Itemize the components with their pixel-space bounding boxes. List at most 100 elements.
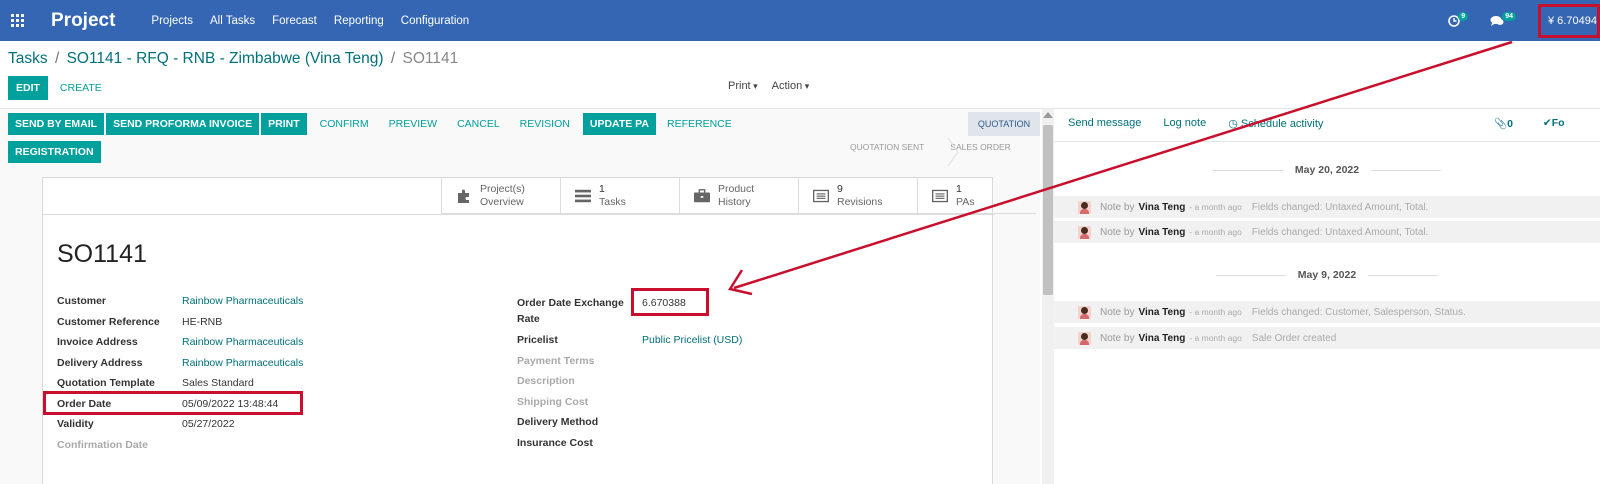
field-label: Customer [57,295,107,307]
log-note-button[interactable]: Log note [1163,117,1206,130]
reference-button[interactable]: REFERENCE [660,113,739,135]
follow-button[interactable]: ✔Fo [1543,117,1565,130]
tasks-list-icon [575,189,591,203]
projects-overview-button[interactable]: Project(s) Overview [441,178,560,214]
delivery-address-link[interactable]: Rainbow Pharmaceuticals [182,357,303,369]
chatter-message[interactable]: Note by Vina Teng - a month ago Fields c… [1054,221,1600,243]
field-description: Description [517,373,742,394]
menu-reporting[interactable]: Reporting [334,15,384,27]
chatter-actions: 📎0 ✔Fo [1494,117,1565,130]
field-label: Quotation Template [57,377,155,389]
briefcase-icon [694,189,710,203]
field-label: Payment Terms [517,354,595,367]
status-stages: QUOTATION SENT SALES ORDER [850,142,1011,152]
action-dropdown[interactable]: Action [772,80,810,92]
exchange-rate-highlight [631,288,709,316]
status-quotation-sent[interactable]: QUOTATION SENT [850,142,924,152]
field-pricelist: Pricelist Public Pricelist (USD) [517,332,742,353]
menu-all-tasks[interactable]: All Tasks [210,15,255,27]
print-button[interactable]: PRINT [261,113,307,135]
create-button[interactable]: CREATE [52,76,110,100]
activity-badge: 9 [1458,12,1469,21]
update-pa-button[interactable]: UPDATE PA [582,113,656,135]
send-proforma-button[interactable]: SEND PROFORMA INVOICE [106,113,260,135]
invoice-address-link[interactable]: Rainbow Pharmaceuticals [182,336,303,348]
message-time: - a month ago [1189,227,1242,237]
message-author[interactable]: Vina Teng [1138,307,1185,318]
activity-menu[interactable]: 9 [1448,12,1469,27]
chatter-message[interactable]: Note by Vina Teng - a month ago Fields c… [1054,196,1600,218]
revision-button[interactable]: REVISION [513,113,577,135]
field-label: Invoice Address [57,336,138,348]
send-by-email-button[interactable]: SEND BY EMAIL [8,113,105,135]
message-prefix: Note by [1100,306,1135,318]
registration-button[interactable]: REGISTRATION [8,141,101,163]
message-prefix: Note by [1100,226,1135,238]
attachments-button[interactable]: 📎0 [1494,117,1513,130]
attachments-count: 0 [1507,118,1513,130]
message-author[interactable]: Vina Teng [1138,227,1185,238]
message-author[interactable]: Vina Teng [1138,202,1185,213]
smart-button-label: Project(s) [480,183,525,195]
pas-button[interactable]: 1 PAs [917,178,1036,214]
scrollbar-thumb[interactable] [1043,125,1053,295]
date-separator: May 20, 2022 [1054,164,1600,176]
chatter-panel: Send message Log note ◷ Schedule activit… [1054,109,1600,484]
status-quotation[interactable]: QUOTATION [968,112,1040,136]
message-body: Fields changed: Untaxed Amount, Total. [1251,226,1429,238]
avatar[interactable] [1078,225,1091,239]
field-label: Description [517,375,575,387]
menu-projects[interactable]: Projects [151,15,193,27]
field-label: Order Date Exchange Rate [517,295,642,327]
header-buttons: SEND BY EMAIL SEND PROFORMA INVOICE PRIN… [8,113,768,135]
revisions-button[interactable]: 9 Revisions [798,178,917,214]
breadcrumb-separator: / [390,50,396,67]
field-label: Confirmation Date [57,438,149,451]
cancel-order-button[interactable]: CANCEL [450,113,507,135]
menu-forecast[interactable]: Forecast [272,15,317,27]
preview-button[interactable]: PREVIEW [382,113,444,135]
field-validity: Validity 05/27/2022 [57,418,303,439]
message-time: - a month ago [1189,202,1242,212]
tasks-button[interactable]: 1 Tasks [560,178,679,214]
avatar[interactable] [1078,305,1091,319]
send-message-button[interactable]: Send message [1068,117,1141,130]
avatar[interactable] [1078,331,1091,345]
field-label: Insurance Cost [517,436,593,449]
confirm-button[interactable]: CONFIRM [313,113,376,135]
smart-button-label: History [718,196,751,208]
control-buttons: EDIT CREATE [8,76,110,100]
breadcrumb-tasks[interactable]: Tasks [8,50,48,67]
chatter-message[interactable]: Note by Vina Teng - a month ago Fields c… [1054,301,1600,323]
field-customer: Customer Rainbow Pharmaceuticals [57,295,303,316]
field-label: Validity [57,418,94,430]
chatter-message[interactable]: Note by Vina Teng - a month ago Sale Ord… [1054,327,1600,349]
field-label: Customer Reference [57,315,160,328]
date-label: May 9, 2022 [1297,269,1357,281]
apps-menu-icon[interactable] [0,0,34,41]
field-invoice-address: Invoice Address Rainbow Pharmaceuticals [57,336,303,357]
message-author[interactable]: Vina Teng [1138,333,1185,344]
customer-link[interactable]: Rainbow Pharmaceuticals [182,295,303,307]
field-label: Delivery Method [517,416,599,428]
schedule-activity-button[interactable]: ◷ Schedule activity [1228,117,1323,130]
form-sheet: Project(s) Overview 1 Tasks Product Hist… [42,177,1036,484]
product-history-button[interactable]: Product History [679,178,798,214]
breadcrumb-task[interactable]: SO1141 - RFQ - RNB - Zimbabwe (Vina Teng… [67,50,384,67]
currency-rate-indicator[interactable]: ¥ 6.70494 [1538,3,1600,38]
chatter-divider [1054,141,1600,142]
print-dropdown[interactable]: Print [728,80,758,92]
smart-button-box: Project(s) Overview 1 Tasks Product Hist… [441,178,1036,214]
menu-configuration[interactable]: Configuration [401,15,469,27]
label-line: Rate [517,313,540,325]
avatar[interactable] [1078,200,1091,214]
chatter-topbar: Send message Log note ◷ Schedule activit… [1068,117,1323,130]
scroll-up-arrow-icon[interactable] [1043,112,1053,118]
field-label: Delivery Address [57,356,143,369]
pricelist-link[interactable]: Public Pricelist (USD) [642,332,742,348]
follow-label: Fo [1551,117,1565,129]
field-value: Sales Standard [182,377,254,389]
left-field-group: Customer Rainbow Pharmaceuticals Custome… [57,295,303,459]
edit-button[interactable]: EDIT [8,76,48,100]
messaging-menu[interactable]: 94 [1490,12,1516,27]
